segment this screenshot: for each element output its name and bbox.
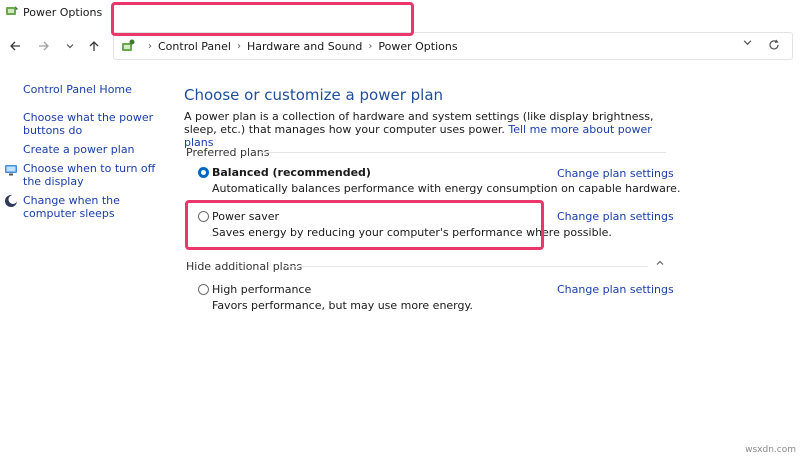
arrow-up-icon xyxy=(89,41,99,51)
watermark-text: wsxdn.com xyxy=(745,445,796,455)
radio-high-performance[interactable] xyxy=(198,284,209,295)
monitor-icon xyxy=(5,165,17,176)
address-bar[interactable]: › Control Panel › Hardware and Sound › P… xyxy=(113,32,793,60)
power-options-icon xyxy=(6,6,18,15)
power-saver-highlight-box xyxy=(185,200,544,250)
arrow-left-icon xyxy=(10,41,20,51)
hide-additional-plans-label[interactable]: Hide additional plans xyxy=(186,260,302,273)
radio-balanced[interactable] xyxy=(198,167,209,178)
recent-locations-button[interactable] xyxy=(60,36,80,56)
chevron-down-icon xyxy=(66,44,74,49)
plan-name[interactable]: Power saver xyxy=(212,210,279,223)
breadcrumb: › Control Panel › Hardware and Sound › P… xyxy=(120,33,458,59)
breadcrumb-hardware-and-sound[interactable]: Hardware and Sound xyxy=(247,40,362,53)
plan-name[interactable]: High performance xyxy=(212,283,311,296)
radio-power-saver[interactable] xyxy=(198,211,209,222)
intro-text: A power plan is a collection of hardware… xyxy=(184,110,674,149)
change-plan-settings-high-performance[interactable]: Change plan settings xyxy=(557,283,674,296)
plan-description: Favors performance, but may use more ene… xyxy=(212,299,473,312)
plan-description: Automatically balances performance with … xyxy=(212,182,681,195)
breadcrumb-separator: › xyxy=(368,40,373,52)
window-title: Power Options xyxy=(23,6,103,19)
chevron-up-icon xyxy=(656,260,664,265)
section-divider xyxy=(260,152,666,153)
back-button[interactable] xyxy=(5,36,25,56)
breadcrumb-separator: › xyxy=(148,40,152,52)
plan-description: Saves energy by reducing your computer's… xyxy=(212,226,612,239)
breadcrumb-power-options[interactable]: Power Options xyxy=(378,40,457,53)
change-plan-settings-balanced[interactable]: Change plan settings xyxy=(557,167,674,180)
address-dropdown-button[interactable] xyxy=(740,38,754,52)
up-button[interactable] xyxy=(84,36,104,56)
forward-button[interactable] xyxy=(34,36,54,56)
plan-name[interactable]: Balanced (recommended) xyxy=(212,166,371,179)
navigation-bar: › Control Panel › Hardware and Sound › P… xyxy=(0,26,800,66)
section-divider xyxy=(286,266,648,267)
control-panel-icon xyxy=(122,39,135,51)
sidebar-item-create-power-plan[interactable]: Create a power plan xyxy=(23,143,163,156)
arrow-right-icon xyxy=(39,41,49,51)
sidebar-item-computer-sleeps[interactable]: Change when the computer sleeps xyxy=(23,194,163,220)
preferred-plans-label: Preferred plans xyxy=(186,146,270,159)
page-title: Choose or customize a power plan xyxy=(184,86,444,104)
refresh-icon xyxy=(769,39,779,50)
refresh-button[interactable] xyxy=(766,37,782,53)
chevron-down-icon xyxy=(743,40,751,46)
collapse-button[interactable] xyxy=(654,258,666,270)
change-plan-settings-power-saver[interactable]: Change plan settings xyxy=(557,210,674,223)
sidebar-item-power-buttons[interactable]: Choose what the power buttons do xyxy=(23,111,163,137)
breadcrumb-separator: › xyxy=(236,40,241,52)
title-bar: Power Options xyxy=(0,0,800,26)
breadcrumb-control-panel[interactable]: Control Panel xyxy=(158,40,231,53)
moon-icon xyxy=(5,195,18,207)
sidebar-item-control-panel-home[interactable]: Control Panel Home xyxy=(23,83,132,96)
sidebar-item-turn-off-display[interactable]: Choose when to turn off the display xyxy=(23,162,163,188)
